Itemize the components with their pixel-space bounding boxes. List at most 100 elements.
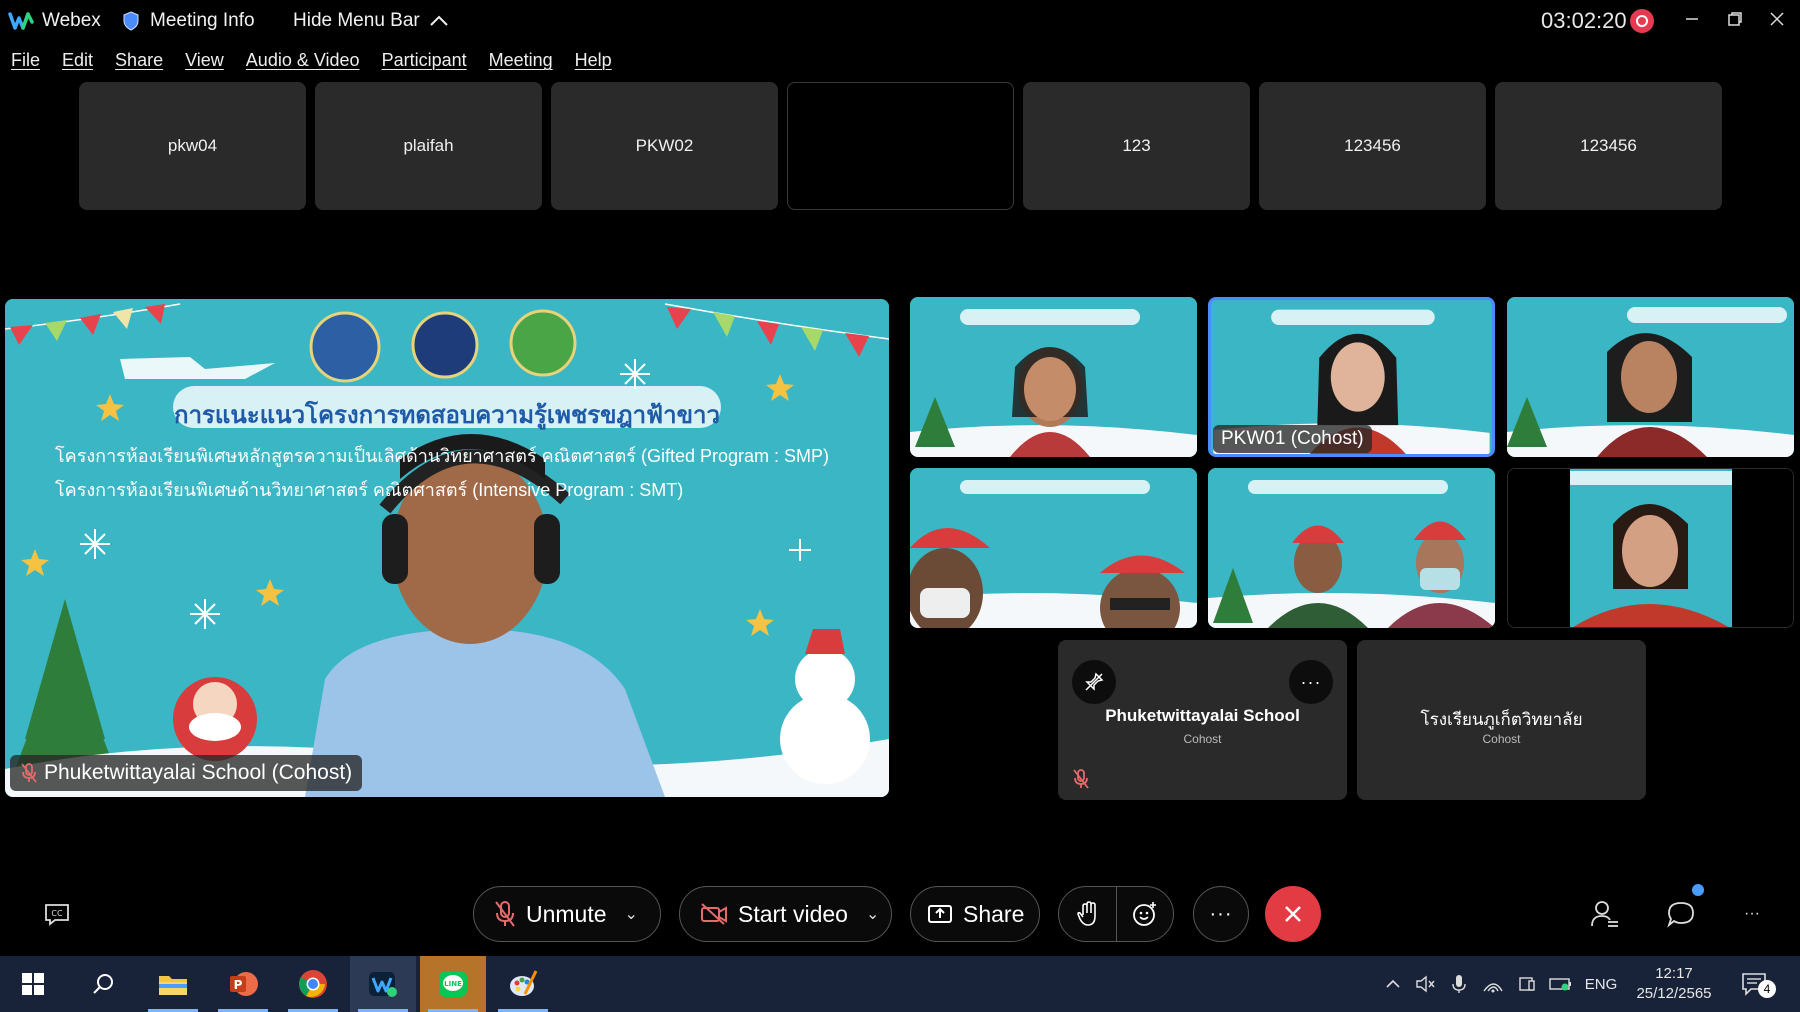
slide-line-2: โครงการห้องเรียนพิเศษด้านวิทยาศาสตร์ คณิ…	[55, 480, 684, 500]
webex-app[interactable]	[350, 956, 416, 1012]
more-controls-button[interactable]: ···	[1193, 886, 1249, 942]
chevron-up-icon	[1386, 979, 1400, 988]
hide-menu-bar-label: Hide Menu Bar	[293, 10, 420, 31]
more-panels-button[interactable]: ···	[1740, 898, 1764, 930]
menu-bar: File Edit Share View Audio & Video Parti…	[0, 46, 623, 78]
raise-hand-button[interactable]	[1059, 886, 1117, 942]
participant-video-tile[interactable]	[1507, 468, 1794, 628]
close-window-button[interactable]	[1757, 4, 1797, 34]
windows-taskbar: P LINE ENG 12:17 25/12/2565 4	[0, 956, 1800, 1012]
input-language[interactable]: ENG	[1578, 976, 1624, 993]
windows-logo-icon	[22, 973, 44, 995]
menu-view[interactable]: View	[174, 46, 235, 78]
unmute-button[interactable]: Unmute ⌄	[473, 886, 661, 942]
participant-thumbnail[interactable]	[787, 82, 1014, 210]
start-button[interactable]	[0, 956, 66, 1012]
menu-meeting[interactable]: Meeting	[478, 46, 564, 78]
speaker-name-tag: Phuketwittayalai School (Cohost)	[10, 755, 363, 791]
line-app[interactable]: LINE	[420, 956, 486, 1012]
menu-edit[interactable]: Edit	[51, 46, 104, 78]
webex-icon	[369, 972, 397, 997]
paint-app[interactable]	[490, 956, 556, 1012]
chevron-down-icon[interactable]: ⌄	[866, 904, 879, 924]
search-button[interactable]	[70, 956, 136, 1012]
leave-meeting-button[interactable]	[1265, 886, 1321, 942]
participants-icon	[1591, 901, 1618, 927]
meeting-info-button[interactable]: Meeting Info	[122, 10, 255, 32]
close-icon	[1285, 906, 1301, 922]
show-hidden-icons-button[interactable]	[1378, 979, 1408, 989]
powerpoint-app[interactable]: P	[210, 956, 276, 1012]
participant-video-tile[interactable]	[1507, 297, 1794, 457]
network-icon[interactable]	[1476, 975, 1510, 993]
emoji-add-icon	[1133, 902, 1156, 926]
hide-menu-bar-button[interactable]: Hide Menu Bar	[293, 10, 450, 32]
notifications-button[interactable]: 4	[1724, 972, 1784, 998]
participant-video-tile[interactable]	[910, 468, 1197, 628]
participant-card[interactable]: ··· Phuketwittayalai School Cohost	[1058, 640, 1347, 800]
battery-icon[interactable]	[1544, 977, 1578, 991]
title-bar: Webex Meeting Info Hide Menu Bar 03:02:2…	[0, 0, 1800, 44]
svg-text:P: P	[234, 978, 243, 992]
closed-captions-button[interactable]: CC	[40, 900, 74, 928]
menu-audio-video[interactable]: Audio & Video	[235, 46, 371, 78]
participant-thumbnail[interactable]: pkw04	[79, 82, 306, 210]
minimize-button[interactable]	[1672, 4, 1712, 34]
chrome-app[interactable]	[280, 956, 346, 1012]
share-button[interactable]: Share	[910, 886, 1040, 942]
participant-thumbnail[interactable]: 123	[1023, 82, 1250, 210]
participant-video-tile-pkw01[interactable]: PKW01 (Cohost)	[1208, 297, 1495, 457]
system-tray: ENG 12:17 25/12/2565 4	[1378, 956, 1784, 1012]
meeting-timer: 03:02:20	[1541, 8, 1627, 33]
file-explorer-app[interactable]	[140, 956, 206, 1012]
chevron-down-icon[interactable]: ⌄	[625, 904, 638, 924]
search-icon	[93, 974, 113, 994]
taskbar-clock[interactable]: 12:17 25/12/2565	[1624, 964, 1724, 1004]
chat-icon	[1667, 902, 1694, 928]
meeting-info-label: Meeting Info	[150, 10, 255, 31]
participant-thumbnail[interactable]: plaifah	[315, 82, 542, 210]
device-icon[interactable]	[1510, 975, 1544, 993]
restore-button[interactable]	[1715, 4, 1755, 34]
paint-palette-icon	[510, 970, 538, 996]
participant-thumbnail[interactable]: 123456	[1495, 82, 1722, 210]
chevron-up-icon	[430, 15, 448, 26]
menu-file[interactable]: File	[0, 46, 51, 78]
participant-video-tile[interactable]	[1208, 468, 1495, 628]
chat-panel-button[interactable]	[1664, 884, 1704, 930]
participant-thumbnail[interactable]: PKW02	[551, 82, 778, 210]
more-options-button[interactable]: ···	[1289, 660, 1333, 704]
menu-participant[interactable]: Participant	[371, 46, 478, 78]
volume-muted-icon[interactable]	[1408, 975, 1442, 993]
minimize-icon	[1686, 18, 1698, 20]
video-feed	[1508, 469, 1793, 627]
microphone-icon[interactable]	[1442, 974, 1476, 994]
muted-mic-icon	[1073, 769, 1089, 789]
participant-video-tile[interactable]	[910, 297, 1197, 457]
active-speaker-video[interactable]: การแนะแนวโครงการทดสอบความรู้เพชรขฎาฟ้าขา…	[5, 299, 889, 797]
share-screen-icon	[928, 905, 952, 923]
clock-time: 12:17	[1655, 965, 1693, 982]
reactions-button[interactable]	[1117, 886, 1173, 942]
folder-icon	[159, 976, 187, 995]
participant-card[interactable]: โรงเรียนภูเก็ตวิทยาลัย Cohost	[1357, 640, 1646, 800]
participant-name: Phuketwittayalai School	[1105, 706, 1300, 725]
svg-text:LINE: LINE	[444, 980, 462, 988]
participants-panel-button[interactable]	[1590, 898, 1620, 930]
video-feed	[1208, 468, 1495, 628]
unpin-icon	[1085, 672, 1104, 691]
unpin-button[interactable]	[1072, 660, 1116, 704]
start-video-button[interactable]: Start video ⌄	[679, 886, 892, 942]
notification-count-badge: 4	[1758, 980, 1776, 998]
tile-name-tag: PKW01 (Cohost)	[1213, 425, 1372, 453]
video-feed	[910, 297, 1197, 457]
svg-text:CC: CC	[51, 909, 63, 918]
webex-app-title: Webex	[8, 10, 101, 32]
participant-thumbnail[interactable]: 123456	[1259, 82, 1486, 210]
menu-help[interactable]: Help	[564, 46, 623, 78]
ellipsis-icon: ···	[1744, 905, 1760, 922]
start-video-label: Start video	[738, 900, 848, 927]
menu-share[interactable]: Share	[104, 46, 174, 78]
slide-title: การแนะแนวโครงการทดสอบความรู้เพชรขฎาฟ้าขา…	[174, 402, 720, 429]
reactions-group	[1058, 886, 1174, 942]
